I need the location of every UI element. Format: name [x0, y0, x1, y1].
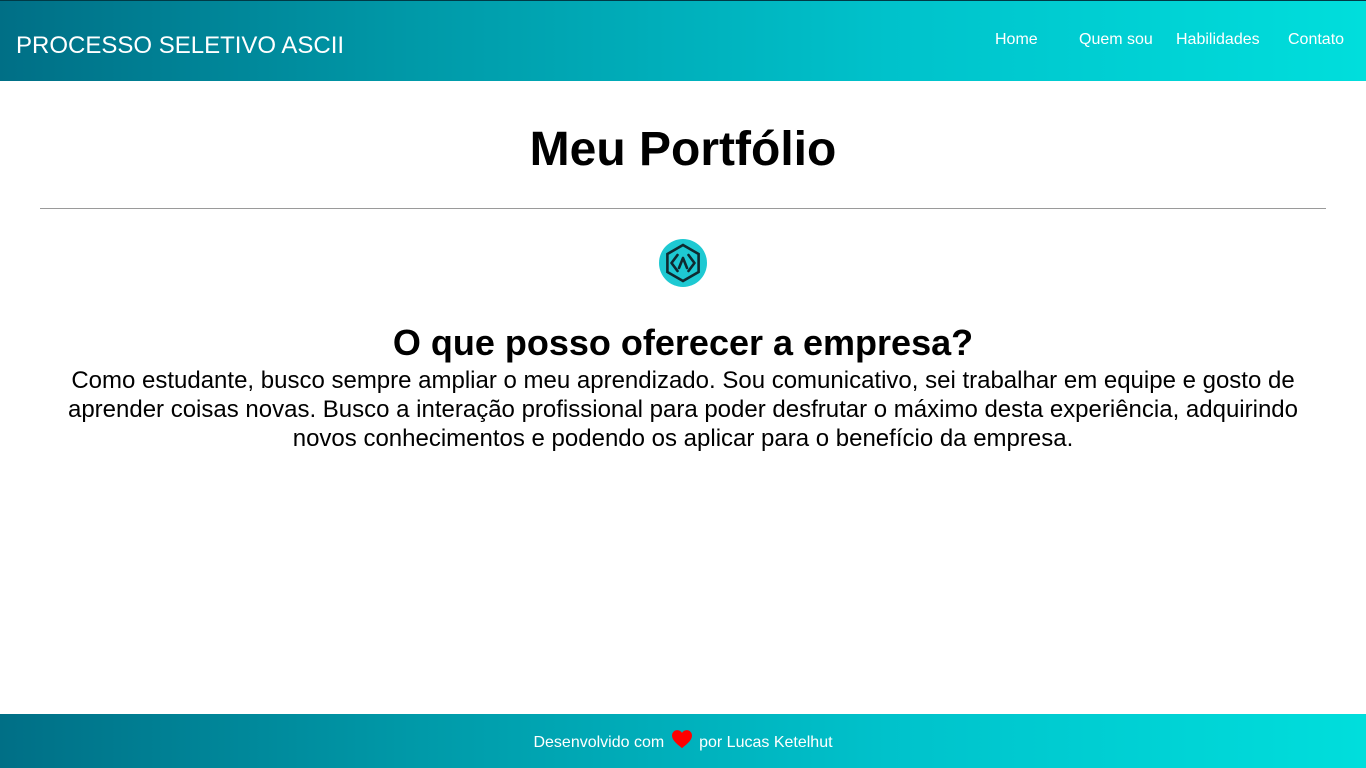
divider [40, 208, 1326, 209]
page: PROCESSO SELETIVO ASCII Home Quem sou Ha… [0, 0, 1366, 768]
section-title: O que posso oferecer a empresa? [392, 322, 974, 363]
nav-link-home[interactable]: Home [995, 31, 1038, 49]
nav-link-contato[interactable]: Contato [1288, 31, 1344, 49]
footer-prefix: Desenvolvido com [533, 734, 665, 751]
nav-link-quem-sou[interactable]: Quem sou [1079, 31, 1153, 49]
footer-suffix: por Lucas Ketelhut [699, 734, 833, 751]
page-title: Meu Portfólio [529, 123, 837, 176]
code-hexagon-icon [659, 239, 707, 287]
site-header: PROCESSO SELETIVO ASCII Home Quem sou Ha… [0, 0, 1366, 81]
footer-credit: Desenvolvido com por Lucas Ketelhut [0, 729, 1366, 754]
nav-link-habilidades[interactable]: Habilidades [1176, 31, 1260, 49]
site-footer: Desenvolvido com por Lucas Ketelhut [0, 714, 1366, 768]
section-text: Como estudante, busco sempre ampliar o m… [67, 367, 1299, 452]
heart-icon [671, 729, 693, 749]
brand-title[interactable]: PROCESSO SELETIVO ASCII [16, 32, 344, 60]
